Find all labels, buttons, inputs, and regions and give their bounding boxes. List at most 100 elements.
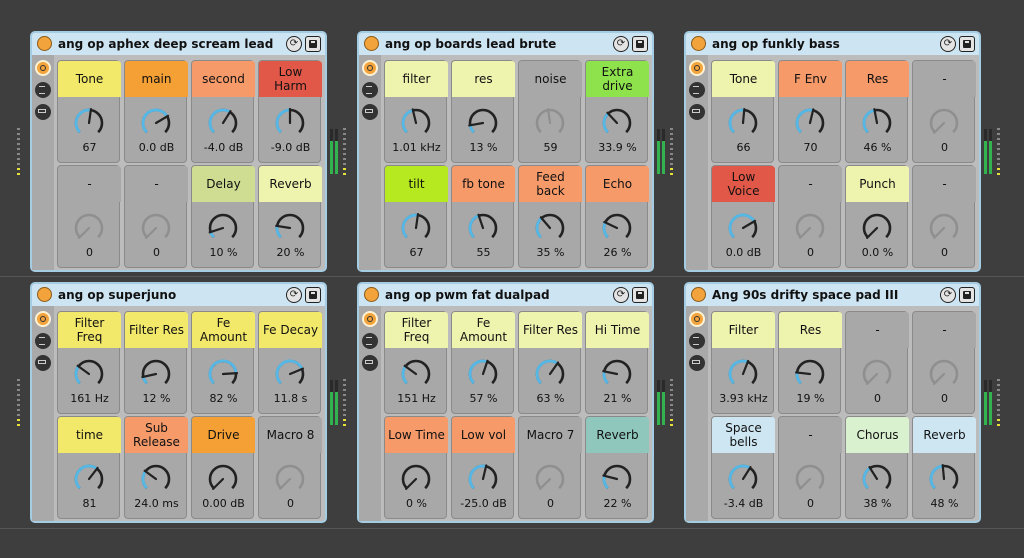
power-icon[interactable] [37,287,52,302]
macro-knob[interactable]: Filter 3.93 kHz [711,311,775,414]
macro-view-icon[interactable] [362,60,378,76]
macro-knob[interactable]: fb tone 55 [451,165,515,268]
knob-dial[interactable] [465,356,501,392]
knob-dial[interactable] [532,461,568,497]
macro-knob[interactable]: -0 [57,165,121,268]
knob-dial[interactable] [138,356,174,392]
macro-view-icon[interactable] [35,311,51,327]
knob-dial[interactable] [138,105,174,141]
macro-knob[interactable]: Res 19 % [778,311,842,414]
macro-knob[interactable]: Fe Decay 11.8 s [258,311,322,414]
macro-knob[interactable]: Extra drive 33.9 % [585,60,649,163]
macro-knob[interactable]: Filter Res 12 % [124,311,188,414]
knob-dial[interactable] [71,105,107,141]
knob-dial[interactable] [792,105,828,141]
knob-dial[interactable] [272,105,308,141]
knob-dial[interactable] [926,356,962,392]
macro-knob[interactable]: Tone 66 [711,60,775,163]
chain-list-icon[interactable] [689,333,705,349]
knob-dial[interactable] [859,210,895,246]
macro-knob[interactable]: Reverb 48 % [912,416,976,519]
macro-knob[interactable]: -0 [845,311,909,414]
macro-knob[interactable]: F Env 70 [778,60,842,163]
knob-dial[interactable] [792,356,828,392]
knob-dial[interactable] [859,356,895,392]
macro-knob[interactable]: time 81 [57,416,121,519]
macro-knob[interactable]: -0 [912,60,976,163]
macro-knob[interactable]: -0 [778,416,842,519]
knob-dial[interactable] [138,461,174,497]
knob-dial[interactable] [725,356,761,392]
swap-icon[interactable]: ⟳ [613,36,629,52]
macro-knob[interactable]: Res 46 % [845,60,909,163]
macro-knob[interactable]: Low Harm -9.0 dB [258,60,322,163]
knob-dial[interactable] [71,210,107,246]
macro-knob[interactable]: Macro 8 0 [258,416,322,519]
save-icon[interactable] [632,36,648,52]
macro-knob[interactable]: second -4.0 dB [191,60,255,163]
knob-dial[interactable] [532,356,568,392]
swap-icon[interactable]: ⟳ [613,287,629,303]
macro-view-icon[interactable] [35,60,51,76]
macro-knob[interactable]: -0 [912,165,976,268]
knob-dial[interactable] [205,461,241,497]
macro-knob[interactable]: Macro 7 0 [518,416,582,519]
device-view-icon[interactable] [362,104,378,120]
knob-dial[interactable] [792,210,828,246]
knob-dial[interactable] [398,461,434,497]
knob-dial[interactable] [398,105,434,141]
macro-knob[interactable]: Filter Freq 151 Hz [384,311,448,414]
macro-knob[interactable]: Low Voice 0.0 dB [711,165,775,268]
knob-dial[interactable] [272,210,308,246]
knob-dial[interactable] [725,105,761,141]
device-view-icon[interactable] [35,355,51,371]
knob-dial[interactable] [398,356,434,392]
macro-knob[interactable]: Low Time 0 % [384,416,448,519]
knob-dial[interactable] [926,105,962,141]
chain-list-icon[interactable] [362,82,378,98]
knob-dial[interactable] [465,210,501,246]
macro-knob[interactable]: noise 59 [518,60,582,163]
macro-knob[interactable]: Fe Amount 82 % [191,311,255,414]
knob-dial[interactable] [599,210,635,246]
macro-knob[interactable]: main 0.0 dB [124,60,188,163]
device-view-icon[interactable] [362,355,378,371]
knob-dial[interactable] [599,356,635,392]
power-icon[interactable] [691,36,706,51]
macro-knob[interactable]: -0 [778,165,842,268]
save-icon[interactable] [305,36,321,52]
knob-dial[interactable] [792,461,828,497]
knob-dial[interactable] [465,461,501,497]
macro-knob[interactable]: Punch 0.0 % [845,165,909,268]
macro-knob[interactable]: Space bells -3.4 dB [711,416,775,519]
macro-knob[interactable]: -0 [124,165,188,268]
power-icon[interactable] [364,287,379,302]
power-icon[interactable] [364,36,379,51]
macro-knob[interactable]: Reverb 22 % [585,416,649,519]
power-icon[interactable] [37,36,52,51]
knob-dial[interactable] [205,356,241,392]
knob-dial[interactable] [205,105,241,141]
macro-knob[interactable]: Echo 26 % [585,165,649,268]
chain-list-icon[interactable] [35,82,51,98]
knob-dial[interactable] [725,461,761,497]
knob-dial[interactable] [71,461,107,497]
macro-knob[interactable]: -0 [912,311,976,414]
chain-list-icon[interactable] [362,333,378,349]
knob-dial[interactable] [272,461,308,497]
knob-dial[interactable] [532,105,568,141]
knob-dial[interactable] [926,210,962,246]
macro-knob[interactable]: filter 1.01 kHz [384,60,448,163]
macro-knob[interactable]: res 13 % [451,60,515,163]
knob-dial[interactable] [926,461,962,497]
knob-dial[interactable] [465,105,501,141]
macro-knob[interactable]: Tone 67 [57,60,121,163]
device-view-icon[interactable] [689,104,705,120]
macro-knob[interactable]: Chorus 38 % [845,416,909,519]
macro-knob[interactable]: Feed back 35 % [518,165,582,268]
macro-knob[interactable]: Low vol -25.0 dB [451,416,515,519]
macro-knob[interactable]: Reverb 20 % [258,165,322,268]
knob-dial[interactable] [859,105,895,141]
save-icon[interactable] [632,287,648,303]
swap-icon[interactable]: ⟳ [940,287,956,303]
